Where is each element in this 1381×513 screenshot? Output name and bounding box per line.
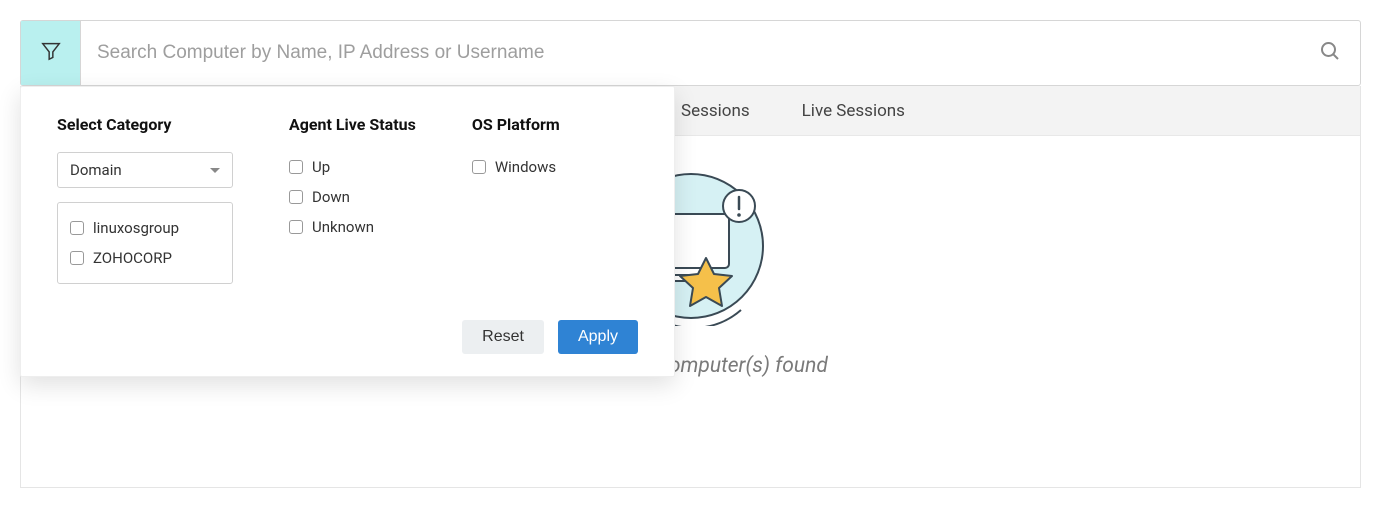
category-option-label: ZOHOCORP: [93, 249, 172, 267]
filter-col-agent-status: Agent Live Status Up Down Unknown: [289, 115, 416, 284]
checkbox-icon: [289, 220, 303, 234]
agent-status-option-down[interactable]: Down: [289, 182, 416, 212]
category-option-list: linuxosgroup ZOHOCORP: [57, 202, 233, 284]
category-option-label: linuxosgroup: [93, 219, 179, 237]
category-select-value: Domain: [70, 161, 122, 179]
apply-button[interactable]: Apply: [558, 320, 638, 354]
search-bar: [20, 20, 1361, 86]
chevron-down-icon: [210, 168, 220, 173]
search-button[interactable]: [1300, 39, 1360, 67]
checkbox-icon: [289, 160, 303, 174]
filter-heading-agent-status: Agent Live Status: [289, 115, 416, 134]
checkbox-icon: [472, 160, 486, 174]
filter-actions: Reset Apply: [57, 320, 638, 354]
search-input[interactable]: [81, 21, 1300, 85]
category-option[interactable]: ZOHOCORP: [70, 243, 220, 273]
checkbox-icon: [289, 190, 303, 204]
filter-col-os-platform: OS Platform Windows: [472, 115, 560, 284]
tab-live-sessions[interactable]: Live Sessions: [802, 101, 905, 121]
tab-sessions[interactable]: Sessions: [681, 101, 750, 121]
reset-button[interactable]: Reset: [462, 320, 544, 354]
search-icon: [1318, 39, 1342, 67]
category-option[interactable]: linuxosgroup: [70, 213, 220, 243]
agent-status-option-up[interactable]: Up: [289, 152, 416, 182]
filter-col-category: Select Category Domain linuxosgroup ZOHO…: [57, 115, 233, 284]
filter-heading-os-platform: OS Platform: [472, 115, 560, 134]
os-platform-label: Windows: [495, 158, 556, 176]
agent-status-option-unknown[interactable]: Unknown: [289, 212, 416, 242]
checkbox-icon: [70, 251, 84, 265]
category-select[interactable]: Domain: [57, 152, 233, 188]
agent-status-label: Unknown: [312, 218, 374, 236]
os-platform-option-windows[interactable]: Windows: [472, 152, 560, 182]
filter-toggle-button[interactable]: [21, 21, 81, 85]
filter-panel: Select Category Domain linuxosgroup ZOHO…: [20, 86, 675, 377]
agent-status-label: Up: [312, 158, 330, 176]
checkbox-icon: [70, 221, 84, 235]
funnel-icon: [40, 40, 62, 66]
filter-heading-category: Select Category: [57, 115, 233, 134]
agent-status-label: Down: [312, 188, 350, 206]
